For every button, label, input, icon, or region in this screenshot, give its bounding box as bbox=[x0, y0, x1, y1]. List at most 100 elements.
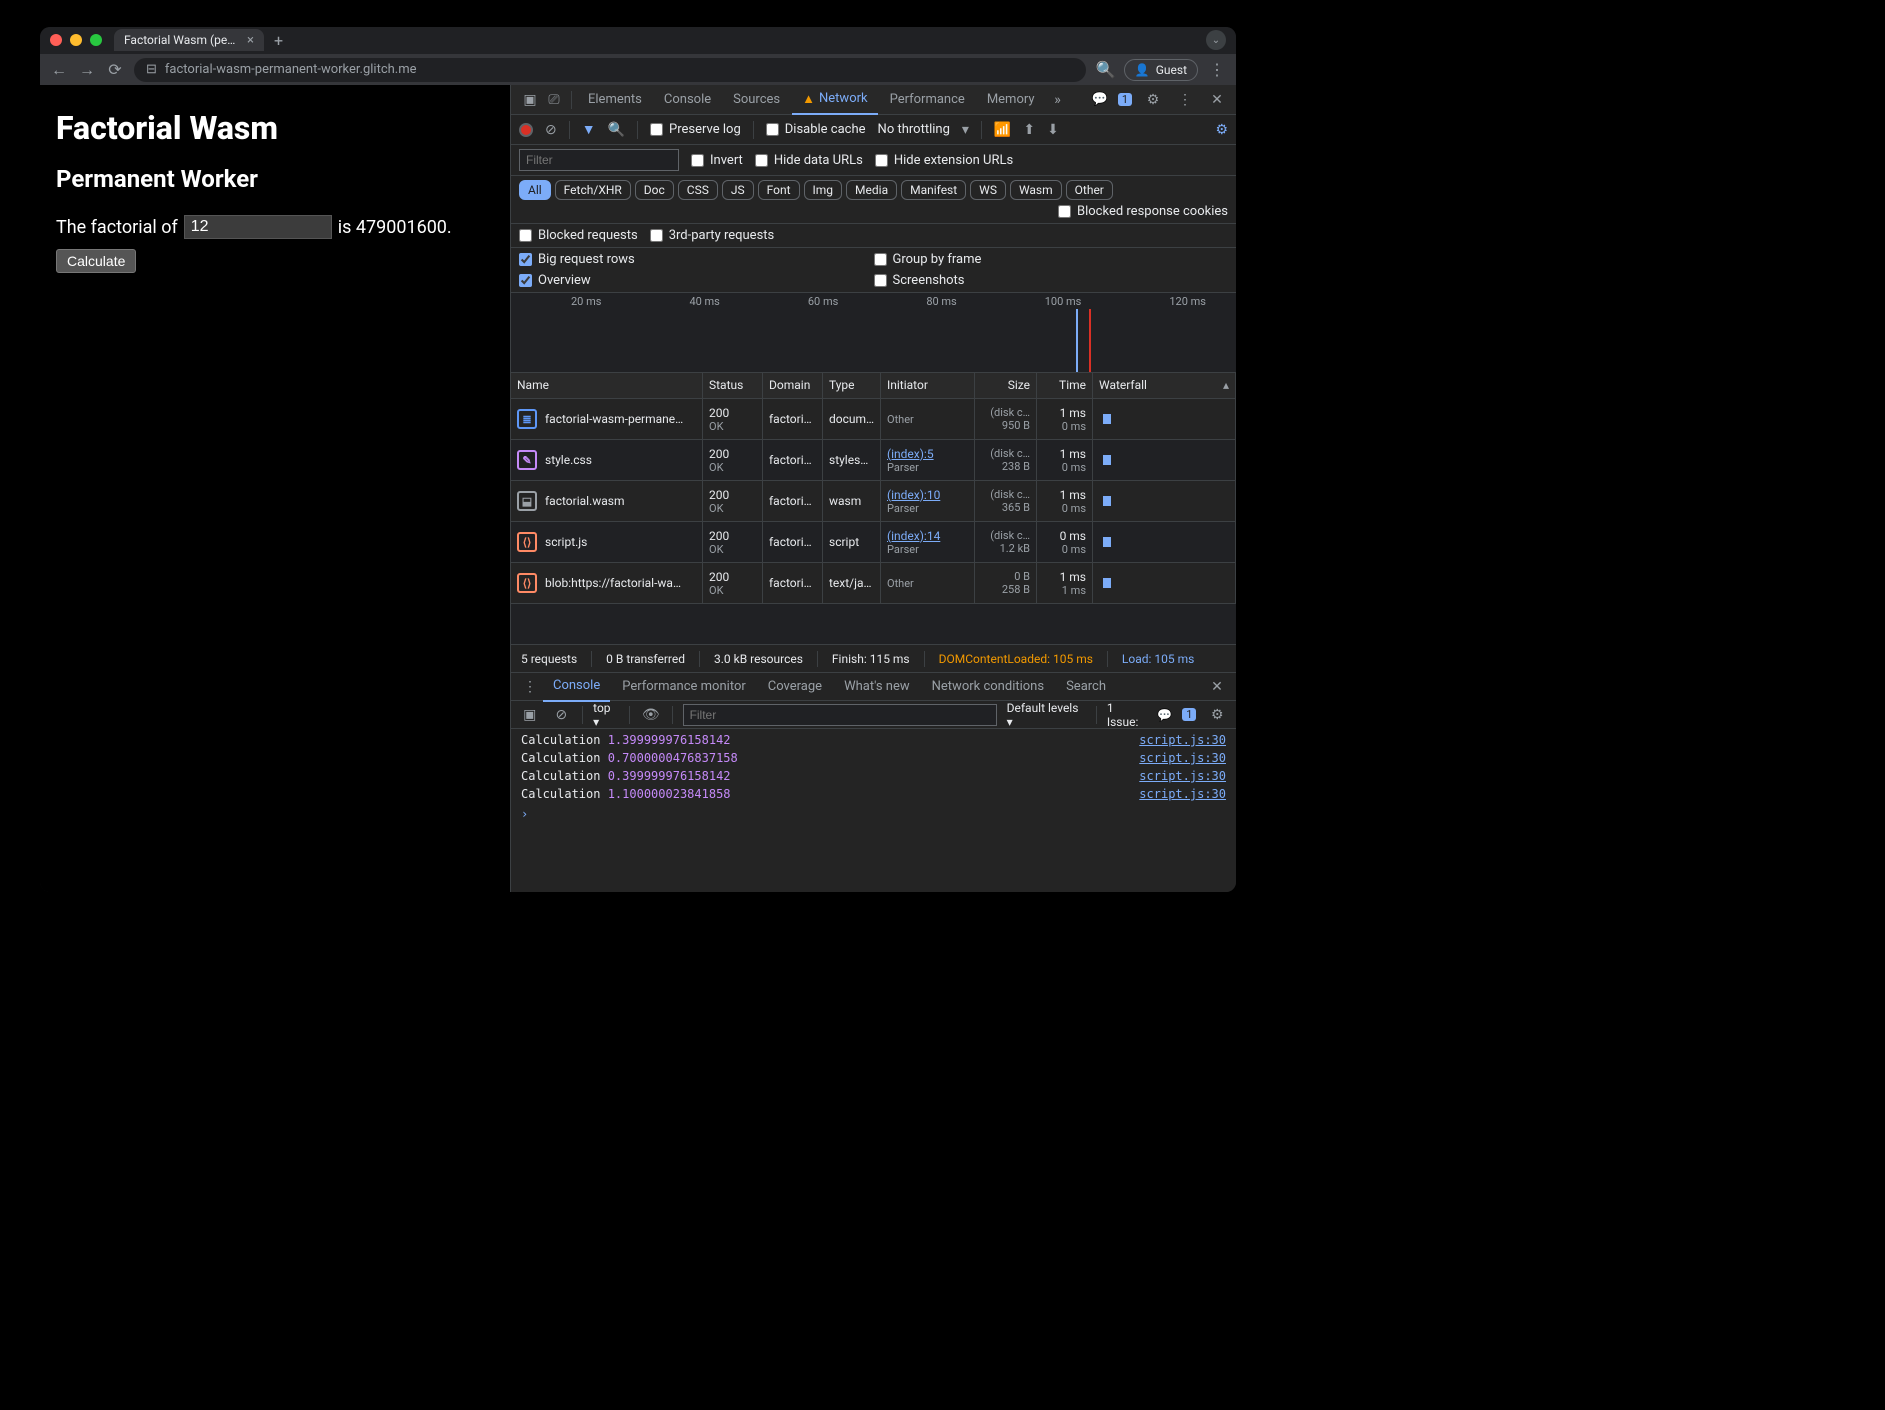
factorial-input[interactable] bbox=[184, 215, 332, 239]
log-source-link[interactable]: script.js:30 bbox=[1139, 769, 1226, 783]
col-name[interactable]: Name bbox=[511, 373, 703, 398]
hide-extension-urls-checkbox[interactable]: Hide extension URLs bbox=[875, 153, 1013, 168]
col-initiator[interactable]: Initiator bbox=[881, 373, 975, 398]
throttling-caret-icon[interactable]: ▾ bbox=[962, 122, 969, 138]
site-info-icon[interactable]: ⊟ bbox=[146, 62, 157, 77]
col-status[interactable]: Status bbox=[703, 373, 763, 398]
blocked-requests-checkbox[interactable]: Blocked requests bbox=[519, 228, 638, 243]
blocked-cookies-checkbox[interactable]: Blocked response cookies bbox=[1058, 204, 1228, 219]
filter-chip-all[interactable]: All bbox=[519, 180, 551, 200]
calculate-button[interactable]: Calculate bbox=[56, 249, 136, 273]
invert-checkbox[interactable]: Invert bbox=[691, 153, 743, 168]
filter-chip-font[interactable]: Font bbox=[758, 180, 800, 200]
record-button[interactable] bbox=[519, 123, 533, 137]
tab-sources[interactable]: Sources bbox=[723, 85, 790, 115]
drawer-tab-console[interactable]: Console bbox=[543, 672, 610, 702]
throttling-select[interactable]: No throttling bbox=[878, 122, 950, 137]
filter-chip-ws[interactable]: WS bbox=[970, 180, 1006, 200]
forward-button[interactable]: → bbox=[78, 60, 96, 80]
zoom-icon[interactable]: 🔍 bbox=[1096, 60, 1114, 79]
col-domain[interactable]: Domain bbox=[763, 373, 823, 398]
tab-performance[interactable]: Performance bbox=[880, 85, 975, 115]
search-icon[interactable]: 🔍 bbox=[608, 122, 625, 138]
window-minimize-button[interactable] bbox=[70, 34, 82, 46]
network-timeline[interactable]: 20 ms40 ms60 ms80 ms100 ms120 ms bbox=[511, 293, 1236, 373]
tab-memory[interactable]: Memory bbox=[977, 85, 1045, 115]
close-icon[interactable]: × bbox=[247, 33, 254, 48]
tab-elements[interactable]: Elements bbox=[578, 85, 652, 115]
drawer-menu-icon[interactable]: ⋮ bbox=[519, 679, 541, 695]
group-frame-checkbox[interactable]: Group by frame bbox=[874, 252, 1229, 267]
filter-chip-wasm[interactable]: Wasm bbox=[1010, 180, 1062, 200]
col-waterfall[interactable]: Waterfall▴ bbox=[1093, 373, 1236, 398]
network-row[interactable]: ⟨⟩script.js200OKfactori…script(index):14… bbox=[511, 522, 1236, 563]
screenshots-checkbox[interactable]: Screenshots bbox=[874, 273, 1229, 288]
col-type[interactable]: Type bbox=[823, 373, 881, 398]
settings-icon[interactable]: ⚙ bbox=[1142, 92, 1164, 108]
issues-count[interactable]: 1 bbox=[1118, 93, 1132, 106]
tab-network[interactable]: ▲Network bbox=[792, 85, 877, 115]
log-source-link[interactable]: script.js:30 bbox=[1139, 787, 1226, 801]
console-levels-select[interactable]: Default levels ▾ bbox=[1007, 701, 1086, 729]
console-prompt[interactable]: › bbox=[511, 803, 1236, 825]
window-zoom-button[interactable] bbox=[90, 34, 102, 46]
hide-data-urls-checkbox[interactable]: Hide data URLs bbox=[755, 153, 863, 168]
filter-chip-css[interactable]: CSS bbox=[678, 180, 718, 200]
issues-icon[interactable]: 💬 bbox=[1092, 92, 1108, 107]
drawer-tab-whatsnew[interactable]: What's new bbox=[834, 672, 920, 702]
more-tabs-icon[interactable]: » bbox=[1047, 92, 1069, 108]
third-party-checkbox[interactable]: 3rd-party requests bbox=[650, 228, 775, 243]
network-row[interactable]: ⬓factorial.wasm200OKfactori…wasm(index):… bbox=[511, 481, 1236, 522]
col-time[interactable]: Time bbox=[1037, 373, 1093, 398]
inspect-element-icon[interactable]: ▣ bbox=[519, 92, 541, 108]
overview-checkbox[interactable]: Overview bbox=[519, 273, 874, 288]
clear-button[interactable]: ⊘ bbox=[545, 122, 557, 138]
menu-button[interactable]: ⋮ bbox=[1208, 60, 1226, 79]
drawer-tab-netcond[interactable]: Network conditions bbox=[922, 672, 1054, 702]
log-source-link[interactable]: script.js:30 bbox=[1139, 751, 1226, 765]
filter-chip-doc[interactable]: Doc bbox=[635, 180, 674, 200]
window-close-button[interactable] bbox=[50, 34, 62, 46]
export-har-icon[interactable]: ⬇ bbox=[1047, 122, 1059, 138]
network-filter-input[interactable] bbox=[519, 149, 679, 171]
console-issues-count[interactable]: 1 bbox=[1182, 708, 1196, 721]
more-icon[interactable]: ⋮ bbox=[1174, 92, 1196, 108]
drawer-tab-perfmon[interactable]: Performance monitor bbox=[612, 672, 756, 702]
console-sidebar-icon[interactable]: ▣ bbox=[519, 707, 541, 723]
filter-chip-js[interactable]: JS bbox=[722, 180, 754, 200]
log-source-link[interactable]: script.js:30 bbox=[1139, 733, 1226, 747]
drawer-tab-search[interactable]: Search bbox=[1056, 672, 1116, 702]
console-scope-select[interactable]: top ▾ bbox=[593, 701, 619, 729]
close-devtools-icon[interactable]: ✕ bbox=[1206, 92, 1228, 108]
disable-cache-checkbox[interactable]: Disable cache bbox=[766, 122, 866, 137]
network-row[interactable]: ⟨⟩blob:https://factorial-wa…200OKfactori… bbox=[511, 563, 1236, 604]
filter-chip-img[interactable]: Img bbox=[804, 180, 843, 200]
filter-toggle-icon[interactable]: ▼ bbox=[582, 121, 596, 138]
address-bar[interactable]: ⊟ factorial-wasm-permanent-worker.glitch… bbox=[134, 58, 1086, 82]
filter-chip-fetchxhr[interactable]: Fetch/XHR bbox=[555, 180, 631, 200]
console-clear-icon[interactable]: ⊘ bbox=[551, 707, 573, 723]
network-row[interactable]: ≣factorial-wasm-permane…200OKfactori…doc… bbox=[511, 399, 1236, 440]
drawer-tab-coverage[interactable]: Coverage bbox=[758, 672, 832, 702]
import-har-icon[interactable]: ⬆ bbox=[1023, 122, 1035, 138]
new-tab-button[interactable]: + bbox=[274, 31, 283, 50]
network-conditions-icon[interactable]: 📶 bbox=[994, 122, 1011, 138]
col-size[interactable]: Size bbox=[975, 373, 1037, 398]
browser-tab[interactable]: Factorial Wasm (permanent … × bbox=[114, 29, 264, 51]
issues-icon[interactable]: 💬 bbox=[1157, 708, 1172, 722]
preserve-log-checkbox[interactable]: Preserve log bbox=[650, 122, 741, 137]
network-settings-icon[interactable]: ⚙ bbox=[1215, 122, 1228, 138]
console-settings-icon[interactable]: ⚙ bbox=[1206, 707, 1228, 723]
profile-guest-button[interactable]: 👤 Guest bbox=[1124, 59, 1198, 81]
tabs-dropdown-button[interactable]: ⌄ bbox=[1206, 30, 1226, 50]
back-button[interactable]: ← bbox=[50, 60, 68, 80]
network-table-header[interactable]: Name Status Domain Type Initiator Size T… bbox=[511, 373, 1236, 399]
device-toggle-icon[interactable]: ⎚ bbox=[543, 92, 565, 108]
console-filter-input[interactable] bbox=[683, 704, 997, 726]
tab-console[interactable]: Console bbox=[654, 85, 721, 115]
filter-chip-manifest[interactable]: Manifest bbox=[901, 180, 966, 200]
live-expression-icon[interactable]: 👁 bbox=[640, 707, 662, 723]
filter-chip-other[interactable]: Other bbox=[1066, 180, 1113, 200]
drawer-close-icon[interactable]: ✕ bbox=[1206, 679, 1228, 695]
big-rows-checkbox[interactable]: Big request rows bbox=[519, 252, 874, 267]
